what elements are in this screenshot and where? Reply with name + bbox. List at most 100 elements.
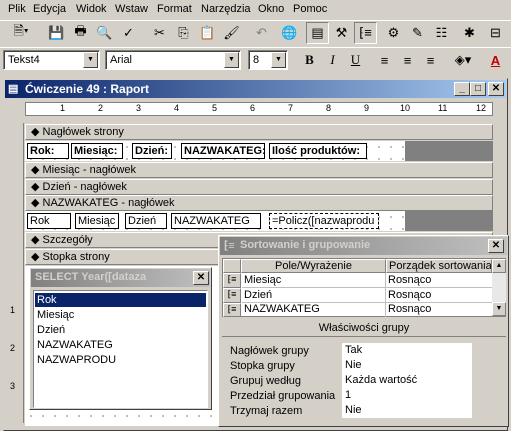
close-icon[interactable]: ✕: [488, 239, 504, 253]
page-header-band[interactable]: ◆ Nagłówek strony: [25, 124, 493, 140]
textbox-nazwakateg[interactable]: NAZWAKATEG: [171, 213, 261, 229]
close-icon[interactable]: ✕: [193, 271, 209, 285]
menu-narzedzia[interactable]: Narzędzia: [201, 3, 251, 15]
horizontal-ruler: 1 2 3 4 5 6 7 8 9 10 11 12: [25, 102, 493, 116]
sort-field-cell[interactable]: Dzień: [242, 288, 386, 303]
ruler-mark: 8: [326, 103, 332, 113]
day-header-band[interactable]: ◆ Dzień - nagłówek: [25, 179, 493, 195]
font-combo[interactable]: Arial ▼: [105, 50, 241, 70]
field-item[interactable]: NAZWAKATEG: [35, 338, 206, 352]
sort-field-cell[interactable]: NAZWAKATEG: [242, 303, 386, 317]
minimize-icon[interactable]: _: [454, 82, 470, 96]
label-dzien[interactable]: Dzień:: [132, 143, 172, 159]
standard-toolbar: 🗎▾ 💾 🖶 🔍 ✓ ✂ ⎘ 📋 🖌 ↶ 🌐 ▤ ⚒ ⁅≡ ⚙ ✎ ☷ ✱ ⊟: [0, 20, 511, 44]
prop-group-on-value[interactable]: Każda wartość: [342, 373, 472, 388]
format-painter-icon[interactable]: 🖌: [220, 22, 243, 44]
print-icon[interactable]: 🖶: [69, 22, 92, 44]
textbox-dzien[interactable]: Dzień: [125, 213, 167, 229]
sorting-grouping-icon[interactable]: ⁅≡: [354, 22, 377, 44]
report-window-title: Ćwiczenie 49 : Raport: [25, 82, 150, 96]
bold-button[interactable]: B: [298, 49, 321, 71]
maximize-icon[interactable]: □: [470, 82, 486, 96]
sorting-scrollbar[interactable]: ▲ ▼: [492, 259, 506, 316]
textbox-miesiac[interactable]: Miesiąc: [75, 213, 119, 229]
view-icon[interactable]: 🗎▾: [4, 22, 38, 44]
label-rok[interactable]: Rok:: [27, 143, 69, 159]
label-miesiac[interactable]: Miesiąc:: [71, 143, 123, 159]
sort-order-cell[interactable]: Rosnąco: [386, 288, 492, 303]
prop-group-header-value[interactable]: Tak: [342, 343, 472, 358]
autoformat-icon[interactable]: ⚙: [382, 22, 405, 44]
prop-group-footer-value[interactable]: Nie: [342, 358, 472, 373]
grouping-row-icon[interactable]: ⁅≡: [223, 288, 241, 303]
prop-keep-together-value[interactable]: Nie: [342, 403, 472, 418]
build-icon[interactable]: ✱: [458, 22, 481, 44]
category-header-section[interactable]: Rok Miesiąc Dzień NAZWAKATEG =Policz([na…: [25, 211, 493, 231]
italic-button[interactable]: I: [321, 49, 344, 71]
textbox-policz[interactable]: =Policz([nazwaprodu: [269, 213, 379, 229]
database-window-icon[interactable]: ⊟: [484, 22, 507, 44]
label-ilosc-produktow[interactable]: Ilość produktów:: [269, 143, 367, 159]
sort-order-cell[interactable]: Rosnąco: [386, 273, 492, 288]
field-item[interactable]: Miesiąc: [35, 308, 206, 322]
section-selector-bar[interactable]: 1 2 3: [6, 123, 24, 423]
hyperlink-icon[interactable]: 🌐: [278, 22, 301, 44]
grouping-row-icon[interactable]: ⁅≡: [223, 273, 241, 288]
align-left-icon[interactable]: ≡: [373, 49, 396, 71]
print-preview-icon[interactable]: 🔍: [93, 22, 116, 44]
save-icon[interactable]: 💾: [45, 22, 68, 44]
ruler-mark: 3: [136, 103, 142, 113]
code-icon[interactable]: ✎: [406, 22, 429, 44]
object-combo-value: Tekst4: [8, 54, 40, 66]
field-item[interactable]: NAZWAPRODU: [35, 353, 206, 367]
cut-icon[interactable]: ✂: [148, 22, 171, 44]
field-list-icon[interactable]: ▤: [306, 22, 329, 44]
properties-icon[interactable]: ☷: [430, 22, 453, 44]
menu-format[interactable]: Format: [157, 3, 192, 15]
menu-widok[interactable]: Widok: [76, 3, 107, 15]
fill-color-icon[interactable]: ◈▾: [448, 49, 478, 71]
size-combo[interactable]: 8 ▼: [248, 50, 288, 70]
ruler-mark: 1: [60, 103, 66, 113]
chevron-down-icon[interactable]: ▼: [83, 52, 98, 68]
underline-button[interactable]: U: [344, 49, 367, 71]
field-item[interactable]: Rok: [35, 293, 206, 307]
column-header-order: Porządek sortowania: [386, 259, 492, 273]
vruler-mark: 1: [10, 305, 16, 315]
prop-group-interval-value[interactable]: 1: [342, 388, 472, 403]
toolbox-icon[interactable]: ⚒: [330, 22, 353, 44]
object-combo[interactable]: Tekst4 ▼: [3, 50, 100, 70]
page-footer-band-label: Stopka strony: [42, 251, 110, 263]
grouping-row-icon[interactable]: ⁅≡: [223, 303, 241, 317]
font-color-icon[interactable]: A: [484, 49, 507, 71]
day-header-band-label: Dzień - nagłówek: [42, 181, 127, 193]
undo-icon[interactable]: ↶: [250, 22, 273, 44]
chevron-down-icon[interactable]: ▼: [271, 52, 286, 68]
menu-wstaw[interactable]: Wstaw: [115, 3, 148, 15]
group-properties: Nagłówek grupy Tak Stopka grupy Nie Grup…: [222, 336, 506, 424]
month-header-band[interactable]: ◆ Miesiąc - nagłówek: [25, 162, 493, 178]
ruler-mark: 10: [400, 103, 411, 113]
textbox-rok[interactable]: Rok: [27, 213, 71, 229]
field-item[interactable]: Dzień: [35, 323, 206, 337]
page-header-section[interactable]: Rok: Miesiąc: Dzień: NAZWAKATEG: Ilość p…: [25, 141, 493, 161]
copy-icon[interactable]: ⎘: [172, 22, 195, 44]
spelling-icon[interactable]: ✓: [117, 22, 140, 44]
align-center-icon[interactable]: ≡: [396, 49, 419, 71]
scroll-up-icon[interactable]: ▲: [492, 259, 506, 273]
sort-order-cell[interactable]: Rosnąco: [386, 303, 492, 317]
scroll-down-icon[interactable]: ▼: [492, 302, 506, 316]
menu-plik[interactable]: Plik: [8, 3, 26, 15]
font-combo-value: Arial: [110, 54, 133, 66]
menu-pomoc[interactable]: Pomoc: [293, 3, 327, 15]
format-toolbar: Tekst4 ▼ Arial ▼ 8 ▼ B I U ≡ ≡ ≡ ◈▾ A: [0, 47, 511, 71]
chevron-down-icon[interactable]: ▼: [224, 52, 239, 68]
paste-icon[interactable]: 📋: [196, 22, 219, 44]
menu-edycja[interactable]: Edycja: [33, 3, 66, 15]
menu-okno[interactable]: Okno: [258, 3, 284, 15]
sort-field-cell[interactable]: Miesiąc: [242, 273, 386, 288]
align-right-icon[interactable]: ≡: [419, 49, 442, 71]
close-icon[interactable]: ✕: [488, 82, 504, 96]
label-nazwakateg[interactable]: NAZWAKATEG:: [181, 143, 266, 159]
category-header-band[interactable]: ◆ NAZWAKATEG - nagłówek: [25, 195, 493, 211]
